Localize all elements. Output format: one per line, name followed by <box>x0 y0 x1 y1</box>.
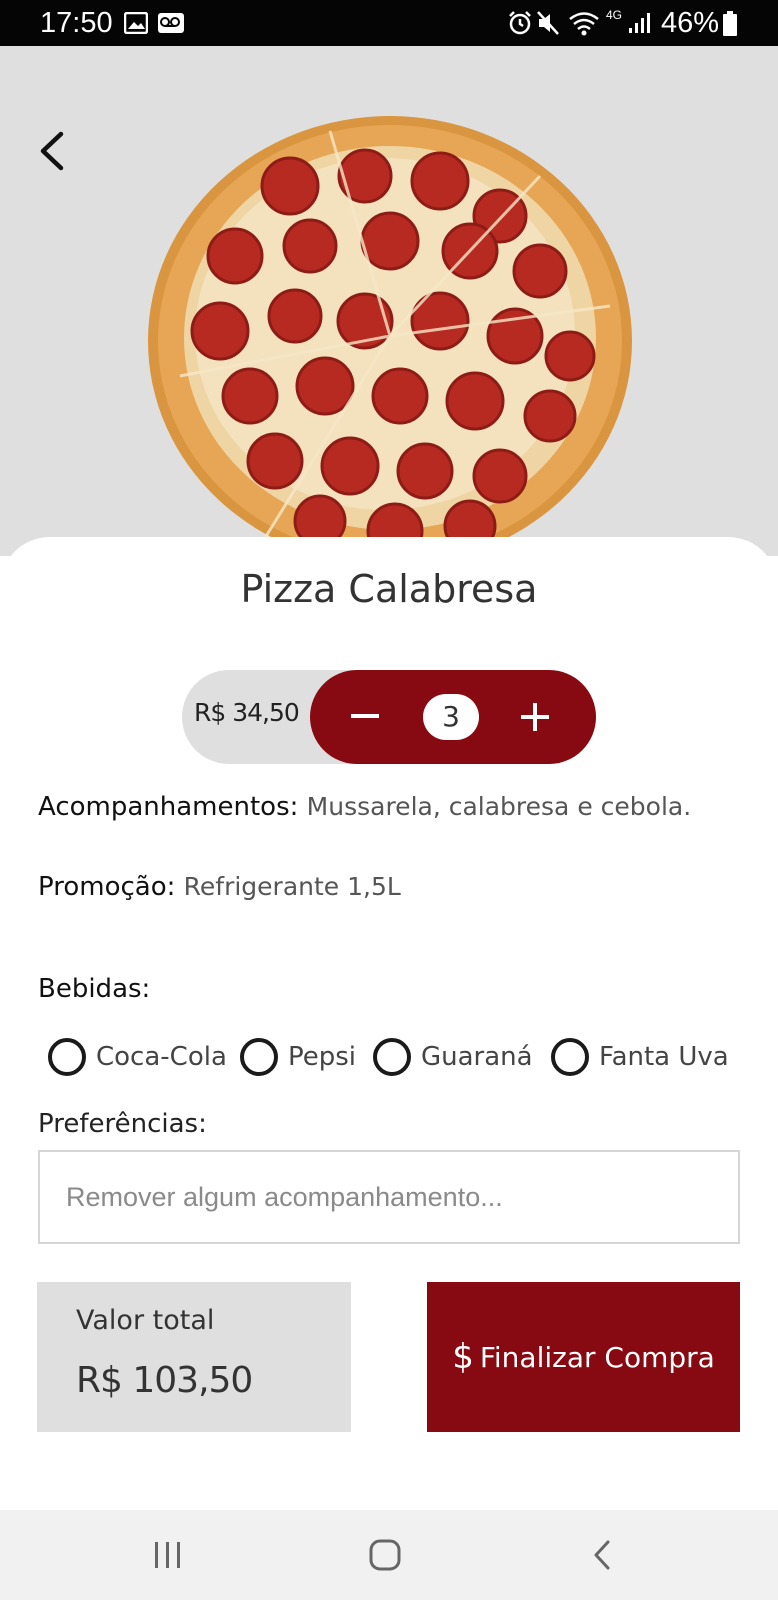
product-title: Pizza Calabresa <box>240 567 538 611</box>
promocao-line: Promoção: Refrigerante 1,5L <box>38 872 401 902</box>
quantity-value: 3 <box>423 694 479 740</box>
total-label: Valor total <box>76 1305 215 1336</box>
alarm-icon <box>509 11 531 35</box>
mute-icon <box>537 11 559 35</box>
drink-option-pepsi[interactable]: Pepsi <box>240 1032 356 1082</box>
bebidas-label: Bebidas: <box>38 974 151 1004</box>
battery-percentage: 46% <box>661 7 720 39</box>
battery-icon <box>723 11 737 36</box>
back-button[interactable] <box>30 126 74 176</box>
image-icon <box>124 12 148 34</box>
total-box: Valor total R$ 103,50 <box>37 1282 351 1432</box>
system-nav-bar <box>0 1510 778 1600</box>
decrease-quantity-button[interactable] <box>340 692 390 742</box>
chevron-left-icon <box>40 131 64 171</box>
product-card: Pizza Calabresa R$ 34,50 3 Acompanhament… <box>0 537 778 1510</box>
drink-option-fanta-uva[interactable]: Fanta Uva <box>551 1032 729 1082</box>
promocao-value: Refrigerante 1,5L <box>183 872 401 901</box>
finalizar-compra-button[interactable]: $ Finalizar Compra <box>427 1282 740 1432</box>
home-button[interactable] <box>355 1530 415 1580</box>
acompanhamentos-line: Acompanhamentos: Mussarela, calabresa e … <box>38 792 691 822</box>
plus-icon <box>521 703 549 731</box>
preferencias-label: Preferências: <box>38 1109 207 1139</box>
drink-label: Coca-Cola <box>96 1042 227 1072</box>
status-bar: 17:50 4G 46% <box>0 0 778 46</box>
hero-banner <box>0 46 778 566</box>
drink-option-guarana[interactable]: Guaraná <box>373 1032 533 1082</box>
radio-guarana[interactable] <box>373 1038 411 1076</box>
preferencias-input[interactable] <box>38 1150 740 1244</box>
drink-label: Guaraná <box>421 1042 533 1072</box>
quantity-stepper: 3 <box>310 670 596 764</box>
drink-label: Pepsi <box>288 1042 357 1072</box>
acompanhamentos-label: Acompanhamentos: <box>38 792 299 822</box>
dollar-icon: $ <box>452 1337 474 1377</box>
total-value: R$ 103,50 <box>76 1360 253 1401</box>
unit-price: R$ 34,50 <box>194 698 300 727</box>
increase-quantity-button[interactable] <box>510 692 560 742</box>
minus-icon <box>351 714 379 718</box>
recent-apps-button[interactable] <box>138 1530 198 1580</box>
wifi-icon <box>569 12 599 36</box>
promocao-label: Promoção: <box>38 872 176 902</box>
recent-apps-icon <box>155 1542 180 1568</box>
finalizar-compra-label: Finalizar Compra <box>479 1340 715 1374</box>
drink-label: Fanta Uva <box>599 1042 729 1072</box>
radio-fanta-uva[interactable] <box>551 1038 589 1076</box>
network-type: 4G <box>606 8 623 22</box>
system-back-button[interactable] <box>572 1530 632 1580</box>
home-icon <box>369 1539 401 1571</box>
back-icon <box>594 1540 610 1570</box>
radio-pepsi[interactable] <box>240 1038 278 1076</box>
drink-option-coca-cola[interactable]: Coca-Cola <box>48 1032 227 1082</box>
voicemail-icon <box>158 13 184 33</box>
acompanhamentos-value: Mussarela, calabresa e cebola. <box>306 792 692 821</box>
radio-coca-cola[interactable] <box>48 1038 86 1076</box>
signal-icon <box>629 13 650 33</box>
pizza-image <box>148 116 632 566</box>
status-time: 17:50 <box>40 7 113 39</box>
price-quantity-pill: R$ 34,50 3 <box>182 670 596 764</box>
